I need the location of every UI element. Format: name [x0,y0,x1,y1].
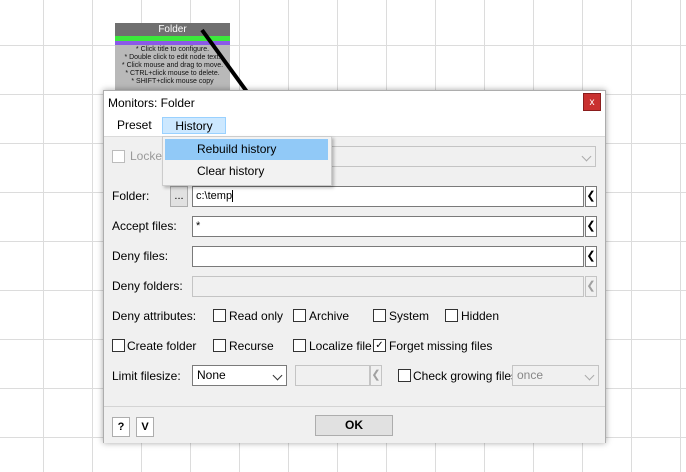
folder-input[interactable]: c:\temp [192,186,584,207]
recurse-checkbox[interactable] [213,339,226,352]
deny-folders-label: Deny folders: [112,279,183,293]
dialog-titlebar[interactable]: Monitors: Folder x [104,91,605,115]
hidden-checkbox[interactable] [445,309,458,322]
dialog-footer: ? V OK [104,406,605,443]
menu-bar: Preset History [104,115,605,137]
limit-filesize-value: None [197,368,226,382]
filesize-history-button[interactable]: ❮ [370,365,382,386]
left-arrow-icon: ❮ [586,280,596,292]
read-only-checkbox[interactable] [213,309,226,322]
archive-checkbox[interactable] [293,309,306,322]
browse-button[interactable]: ... [170,186,188,207]
growing-files-value: once [517,368,544,382]
deny-folders-input[interactable] [192,276,584,297]
chevron-down-icon [581,151,592,162]
help-button[interactable]: ? [112,417,130,437]
ok-button[interactable]: OK [315,415,393,436]
system-checkbox[interactable] [373,309,386,322]
close-icon: x [589,97,595,108]
folder-label: Folder: [112,189,150,203]
dialog-title: Monitors: Folder [108,96,195,110]
deny-files-input[interactable] [192,246,584,267]
node-input-bar [115,41,230,45]
forget-missing-files-checkbox[interactable]: ✓ [373,339,386,352]
left-arrow-icon: ❮ [586,220,596,232]
limit-filesize-label: Limit filesize: [112,369,181,383]
deny-files-label: Deny files: [112,249,169,263]
text-cursor [232,190,234,203]
deny-files-history-button[interactable]: ❮ [585,246,597,267]
locked-checkbox[interactable] [112,150,125,163]
filesize-input[interactable] [295,365,370,386]
localize-file-label: Localize file [309,339,372,353]
folder-value: c:\temp [196,190,233,202]
chevron-down-icon [584,370,595,381]
left-arrow-icon: ❮ [371,369,381,381]
preset-select[interactable] [328,146,596,167]
history-dropdown-menu: Rebuild history Clear history [162,136,332,186]
menu-item-rebuild-history[interactable]: Rebuild history [165,139,328,160]
accept-files-history-button[interactable]: ❮ [585,216,597,237]
check-growing-files-checkbox[interactable] [398,369,411,382]
deny-folders-history-button[interactable]: ❮ [585,276,597,297]
recurse-label: Recurse [229,339,274,353]
read-only-label: Read only [229,309,284,323]
folder-history-button[interactable]: ❮ [585,186,597,207]
create-folder-checkbox[interactable] [112,339,125,352]
growing-files-select[interactable]: once [512,365,599,386]
system-label: System [389,309,430,323]
accept-files-label: Accept files: [112,219,177,233]
create-folder-label: Create folder [127,339,197,353]
hidden-label: Hidden [461,309,500,323]
deny-attributes-label: Deny attributes: [112,309,197,323]
v-button[interactable]: V [136,417,154,437]
node-title[interactable]: Folder [115,23,230,36]
background-node[interactable]: Folder * Click title to configure. * Dou… [115,23,230,98]
menu-item-clear-history[interactable]: Clear history [165,161,328,182]
check-icon: ✓ [375,340,384,351]
localize-file-checkbox[interactable] [293,339,306,352]
chevron-down-icon [272,370,283,381]
close-button[interactable]: x [583,93,601,111]
left-arrow-icon: ❮ [586,250,596,262]
left-arrow-icon: ❮ [586,190,596,202]
menu-history[interactable]: History [162,117,226,134]
limit-filesize-select[interactable]: None [192,365,287,386]
node-help-text: * Click title to configure. * Double cli… [121,46,224,85]
forget-missing-files-label: Forget missing files [389,339,493,353]
archive-label: Archive [309,309,350,323]
accept-files-input[interactable]: * [192,216,584,237]
menu-preset[interactable]: Preset [111,117,158,134]
check-growing-files-label: Check growing files [413,369,518,383]
